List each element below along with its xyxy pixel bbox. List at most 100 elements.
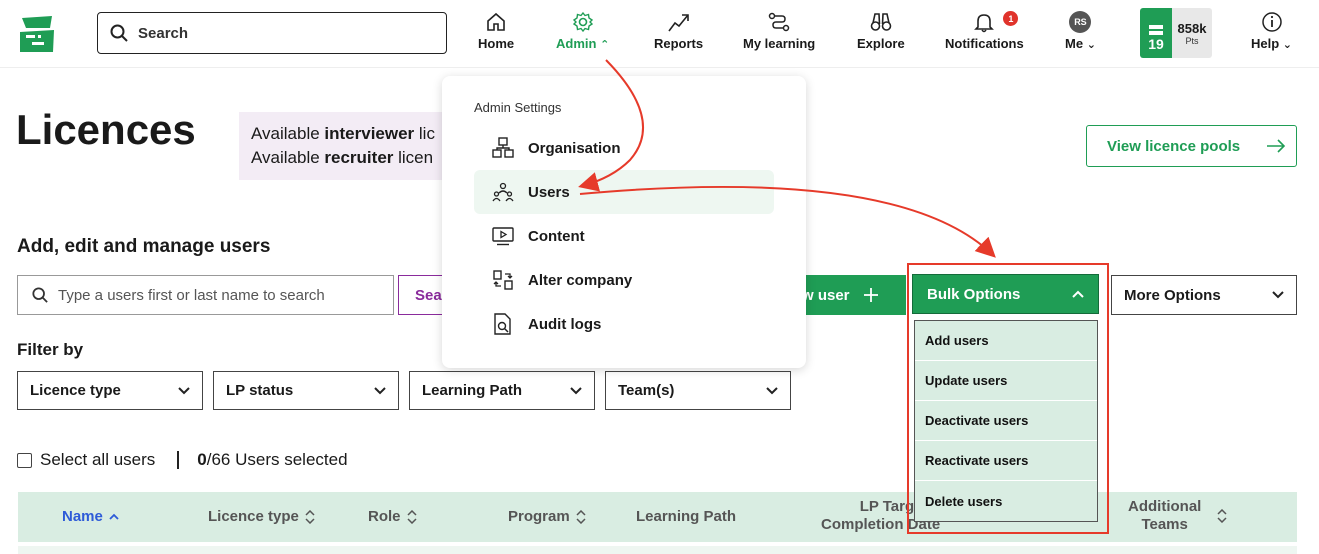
document-search-icon [494,313,511,335]
nav-reports[interactable]: Reports [654,8,703,51]
nav-admin[interactable]: Admin ⌃ [556,8,609,51]
nav-me-label: Me ⌄ [1065,36,1096,51]
organisation-icon [492,137,514,158]
sort-icon [305,509,315,524]
sort-icon [576,509,586,524]
new-user-button[interactable]: w user [796,275,906,315]
switch-company-icon [493,270,513,290]
level-value: 19 [1148,36,1164,52]
sort-icon [406,509,417,524]
search-icon [32,287,48,303]
select-all-row: Select all users 0/66 Users selected [17,450,348,470]
filter-learning-path[interactable]: Learning Path [409,371,595,410]
filter-teams-label: Team(s) [618,382,675,399]
plus-icon [863,288,878,302]
user-search-input[interactable]: Type a users first or last name to searc… [17,275,394,315]
search-button[interactable]: Sea [398,275,448,315]
global-search-input[interactable]: Search [97,12,447,54]
sort-icon [1217,509,1227,523]
nav-admin-label: Admin ⌃ [556,36,610,51]
level-badge: 19 [1140,8,1172,58]
table-row[interactable] [18,546,1297,554]
nav-explore[interactable]: Explore [857,8,905,51]
annotation-highlight-box [907,263,1109,534]
sort-ascending-icon [109,513,119,520]
select-all-label[interactable]: Select all users [40,450,155,470]
more-options-label: More Options [1124,286,1221,304]
home-icon [487,12,505,31]
filter-learning-path-label: Learning Path [422,382,523,399]
users-icon [492,182,514,202]
menu-item-organisation[interactable]: Organisation [474,126,774,170]
nav-help-label: Help ⌄ [1251,36,1293,51]
menu-item-users[interactable]: Users [474,170,774,214]
video-monitor-icon [492,227,514,246]
menu-item-alter-company-label: Alter company [528,271,633,289]
points-widget[interactable]: 19 858k Pts [1140,8,1212,58]
path-icon [768,12,790,32]
admin-settings-menu: Admin Settings Organisation Users Conten… [442,76,806,368]
menu-item-audit-logs-label: Audit logs [528,315,602,333]
points-value-box: 858k Pts [1172,8,1212,58]
nav-home[interactable]: Home [478,8,514,51]
column-header-licence-type[interactable]: Licence type [208,508,315,525]
menu-item-alter-company[interactable]: Alter company [474,258,774,302]
menu-item-organisation-label: Organisation [528,139,621,157]
filter-by-label: Filter by [17,340,84,359]
nav-my-learning[interactable]: My learning [743,8,815,51]
new-user-label: w user [802,286,850,304]
user-search-placeholder: Type a users first or last name to searc… [58,286,325,304]
search-icon [110,24,128,42]
page-title: Licences [16,106,196,153]
points-unit: Pts [1185,35,1199,46]
nav-me[interactable]: RS Me ⌄ [1065,8,1096,51]
view-licence-pools-label: View licence pools [1107,137,1241,155]
bell-icon [974,14,995,33]
selected-count: 0/66 Users selected [197,450,348,469]
filter-licence-type[interactable]: Licence type [17,371,203,410]
column-header-role[interactable]: Role [368,508,417,525]
chevron-down-icon: ⌄ [1282,39,1293,51]
chevron-up-icon: ⌃ [600,39,610,51]
points-value: 858k [1177,20,1207,36]
binoculars-icon [870,13,892,31]
filter-licence-type-label: Licence type [30,382,121,399]
chevron-down-icon [766,386,778,394]
chevron-down-icon [374,386,386,394]
nav-explore-label: Explore [857,36,905,51]
filter-teams[interactable]: Team(s) [605,371,791,410]
nav-notifications-label: Notifications [945,36,1024,51]
notification-count-badge: 1 [1003,11,1019,26]
chevron-down-icon: ⌄ [1086,39,1096,51]
column-header-learning-path[interactable]: Learning Path [636,508,736,525]
licence-info-box: Available interviewer lic Available recr… [239,112,449,180]
menu-item-users-label: Users [528,183,570,201]
trend-icon [667,14,689,32]
divider [177,451,180,469]
recruiter-licences-line: Available recruiter licen [251,148,434,167]
view-licence-pools-button[interactable]: View licence pools [1086,125,1297,167]
column-header-program[interactable]: Program [508,508,586,525]
filter-lp-status[interactable]: LP status [213,371,399,410]
chevron-down-icon [1272,291,1284,299]
filter-lp-status-label: LP status [226,382,294,399]
gear-icon [572,11,593,33]
menu-item-content[interactable]: Content [474,214,774,258]
arrow-right-icon [1267,139,1286,153]
app-logo[interactable] [18,14,56,54]
nav-my-learning-label: My learning [743,36,816,51]
nav-reports-label: Reports [654,36,704,51]
column-header-name[interactable]: Name [62,508,119,525]
chevron-down-icon [178,386,190,394]
top-navigation: Search Home Admin ⌃ Reports My learning … [0,0,1319,68]
nav-help[interactable]: Help ⌄ [1251,8,1292,51]
column-header-additional-teams[interactable]: Additional Teams [1128,498,1227,534]
search-label: Search [138,24,189,42]
menu-item-content-label: Content [528,227,585,245]
menu-item-audit-logs[interactable]: Audit logs [474,302,774,346]
select-all-checkbox[interactable] [17,452,32,468]
nav-notifications[interactable]: 1 Notifications [945,8,1024,51]
more-options-button[interactable]: More Options [1111,275,1297,315]
interviewer-licences-line: Available interviewer lic [251,124,435,143]
section-subtitle: Add, edit and manage users [17,236,271,257]
